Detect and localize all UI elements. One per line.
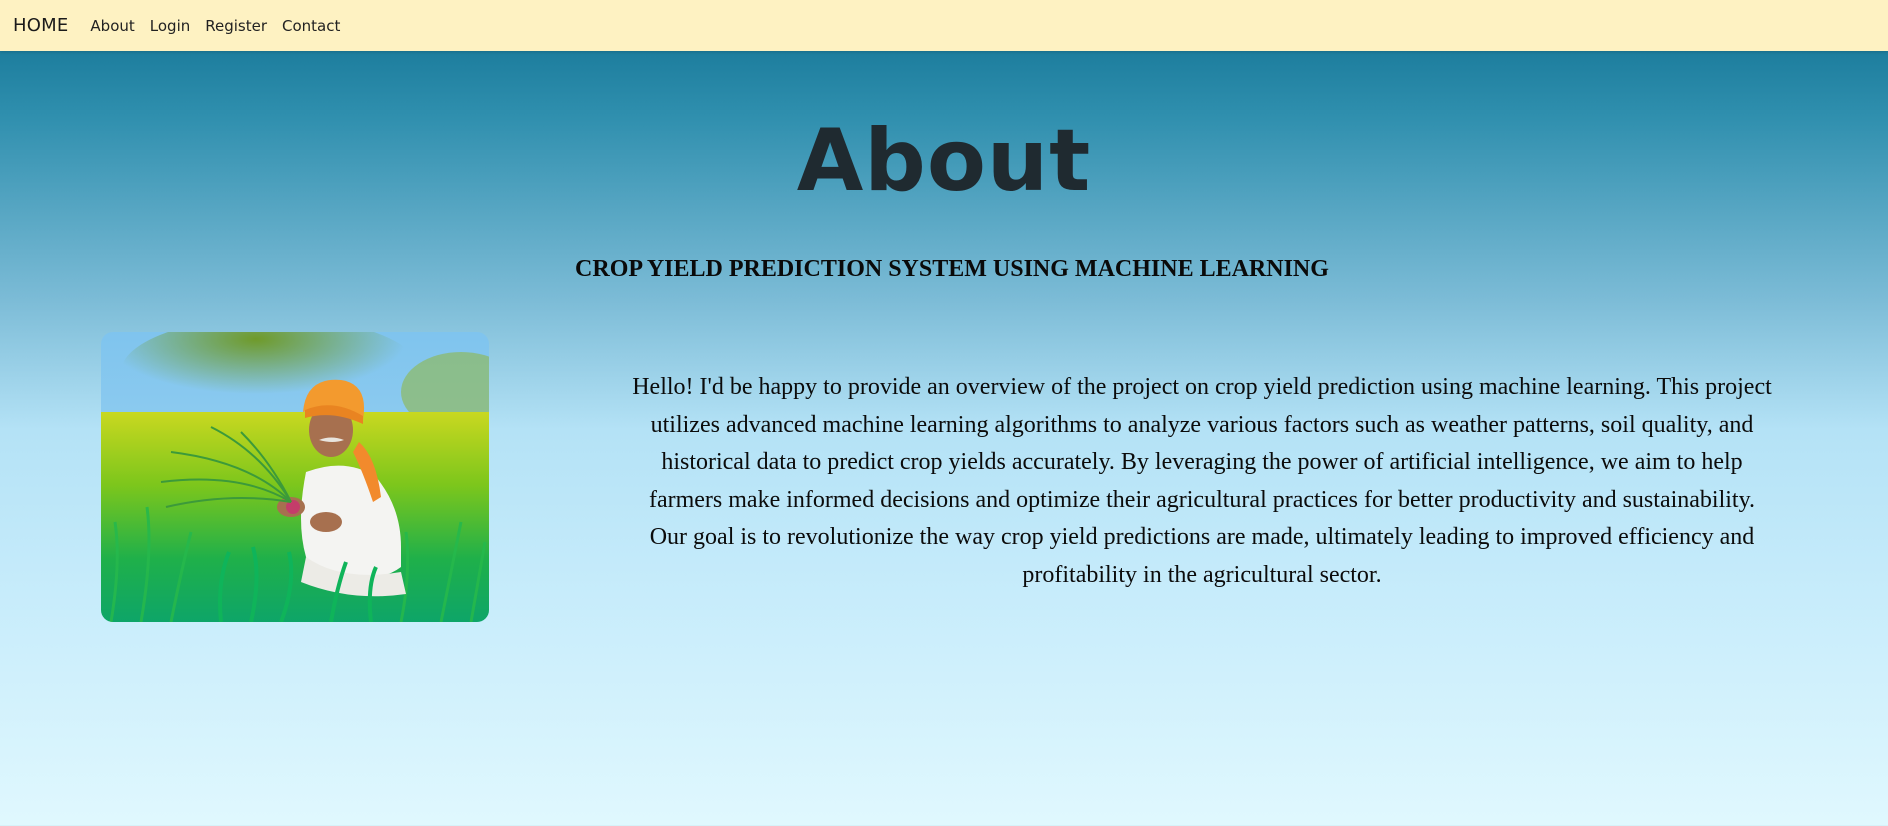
login-link[interactable]: Login bbox=[150, 17, 190, 35]
page-title: About bbox=[796, 111, 1092, 211]
about-link[interactable]: About bbox=[90, 17, 134, 35]
project-description: Hello! I'd be happy to provide an overvi… bbox=[632, 374, 1772, 588]
contact-link[interactable]: Contact bbox=[282, 17, 340, 35]
farmer-in-field-photo bbox=[101, 332, 489, 622]
nav-item-about: About bbox=[90, 16, 134, 35]
nav-links: About Login Register Contact bbox=[90, 16, 355, 35]
home-link[interactable]: HOME bbox=[13, 15, 68, 36]
register-link[interactable]: Register bbox=[205, 17, 267, 35]
nav-item-login: Login bbox=[150, 16, 190, 35]
navbar: HOME About Login Register Contact bbox=[0, 0, 1888, 51]
nav-item-register: Register bbox=[205, 16, 267, 35]
project-subtitle: CROP YIELD PREDICTION SYSTEM USING MACHI… bbox=[575, 256, 1329, 282]
nav-item-contact: Contact bbox=[282, 16, 340, 35]
